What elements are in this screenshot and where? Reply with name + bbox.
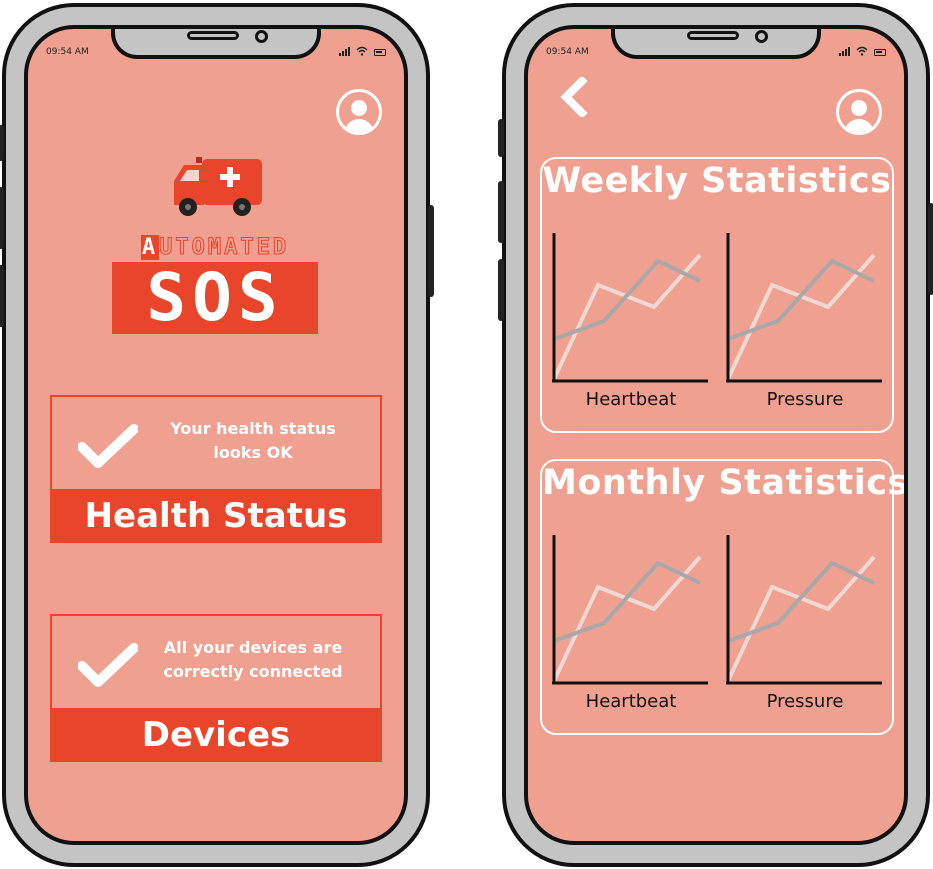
status-time: 09:54 AM bbox=[46, 47, 89, 57]
devices-message: All your devices are correctly connected bbox=[148, 636, 358, 684]
series-line-gray bbox=[553, 560, 701, 643]
speaker bbox=[187, 31, 239, 40]
side-button bbox=[498, 259, 504, 321]
left-phone: 09:54 AM AUTOMATED SOS Your health statu… bbox=[0, 3, 434, 867]
battery-icon bbox=[874, 49, 886, 56]
chart-label: Heartbeat bbox=[585, 389, 677, 410]
side-button bbox=[928, 203, 933, 295]
chart-label: Pressure bbox=[766, 691, 844, 712]
health-status-message: Your health status looks OK bbox=[148, 417, 358, 465]
chart-label: Pressure bbox=[766, 389, 844, 410]
series-line-gray bbox=[727, 560, 875, 643]
status-icons bbox=[339, 46, 386, 56]
heartbeat-weekly-chart[interactable] bbox=[550, 231, 712, 383]
devices-title[interactable]: Devices bbox=[50, 708, 382, 762]
series-line-light bbox=[552, 253, 702, 380]
camera bbox=[755, 30, 768, 43]
pressure-weekly-chart[interactable] bbox=[724, 231, 886, 383]
checkmark-icon bbox=[78, 424, 138, 468]
weekly-statistics-title: Weekly Statistics bbox=[542, 161, 892, 201]
ambulance-icon bbox=[174, 157, 262, 216]
monthly-statistics-title: Monthly Statistics bbox=[542, 463, 908, 503]
heartbeat-monthly-chart[interactable] bbox=[550, 533, 712, 685]
health-status-card[interactable]: Your health status looks OK Health Statu… bbox=[50, 395, 382, 543]
user-avatar-icon[interactable] bbox=[336, 89, 382, 135]
series-line-light bbox=[726, 555, 876, 682]
notch bbox=[611, 29, 821, 59]
right-phone: 09:54 AM Weekly Statistics Heartbeat Pre… bbox=[498, 3, 933, 867]
series-line-light bbox=[726, 253, 876, 380]
home-screen: 09:54 AM AUTOMATED SOS Your health statu… bbox=[24, 25, 408, 845]
weekly-statistics-panel: Weekly Statistics Heartbeat Pressure bbox=[540, 157, 894, 433]
message-line: Your health status bbox=[170, 419, 336, 438]
logo-main-text: SOS bbox=[112, 262, 318, 334]
series-line-gray bbox=[727, 258, 875, 341]
wifi-icon bbox=[856, 46, 868, 56]
status-icons bbox=[839, 46, 886, 56]
side-button bbox=[428, 205, 434, 297]
logo-top-text: AUTOMATED bbox=[112, 235, 318, 261]
speaker bbox=[687, 31, 739, 40]
chart-label: Heartbeat bbox=[585, 691, 677, 712]
back-chevron-icon[interactable] bbox=[558, 77, 588, 117]
side-button bbox=[498, 181, 504, 243]
devices-card[interactable]: All your devices are correctly connected… bbox=[50, 614, 382, 762]
status-time: 09:54 AM bbox=[546, 47, 589, 57]
pressure-monthly-chart[interactable] bbox=[724, 533, 886, 685]
message-line: All your devices are bbox=[163, 638, 343, 657]
signal-icon bbox=[339, 46, 350, 56]
side-button bbox=[0, 187, 4, 249]
message-line: correctly connected bbox=[163, 662, 343, 681]
side-button bbox=[0, 265, 4, 327]
monthly-statistics-panel: Monthly Statistics Heartbeat Pressure bbox=[540, 459, 908, 735]
signal-icon bbox=[839, 46, 850, 56]
wifi-icon bbox=[356, 46, 368, 56]
notch bbox=[111, 29, 321, 59]
camera bbox=[255, 30, 268, 43]
logo-rest: UTOMATED bbox=[159, 235, 290, 261]
series-line-gray bbox=[553, 258, 701, 341]
statistics-screen: 09:54 AM Weekly Statistics Heartbeat Pre… bbox=[524, 25, 908, 845]
side-button bbox=[498, 119, 504, 157]
checkmark-icon bbox=[78, 643, 138, 687]
health-status-title[interactable]: Health Status bbox=[50, 489, 382, 543]
logo-first-letter: A bbox=[140, 235, 160, 260]
user-avatar-icon[interactable] bbox=[836, 89, 882, 135]
message-line: looks OK bbox=[213, 443, 293, 462]
side-button bbox=[0, 125, 4, 161]
series-line-light bbox=[552, 555, 702, 682]
battery-icon bbox=[374, 49, 386, 56]
